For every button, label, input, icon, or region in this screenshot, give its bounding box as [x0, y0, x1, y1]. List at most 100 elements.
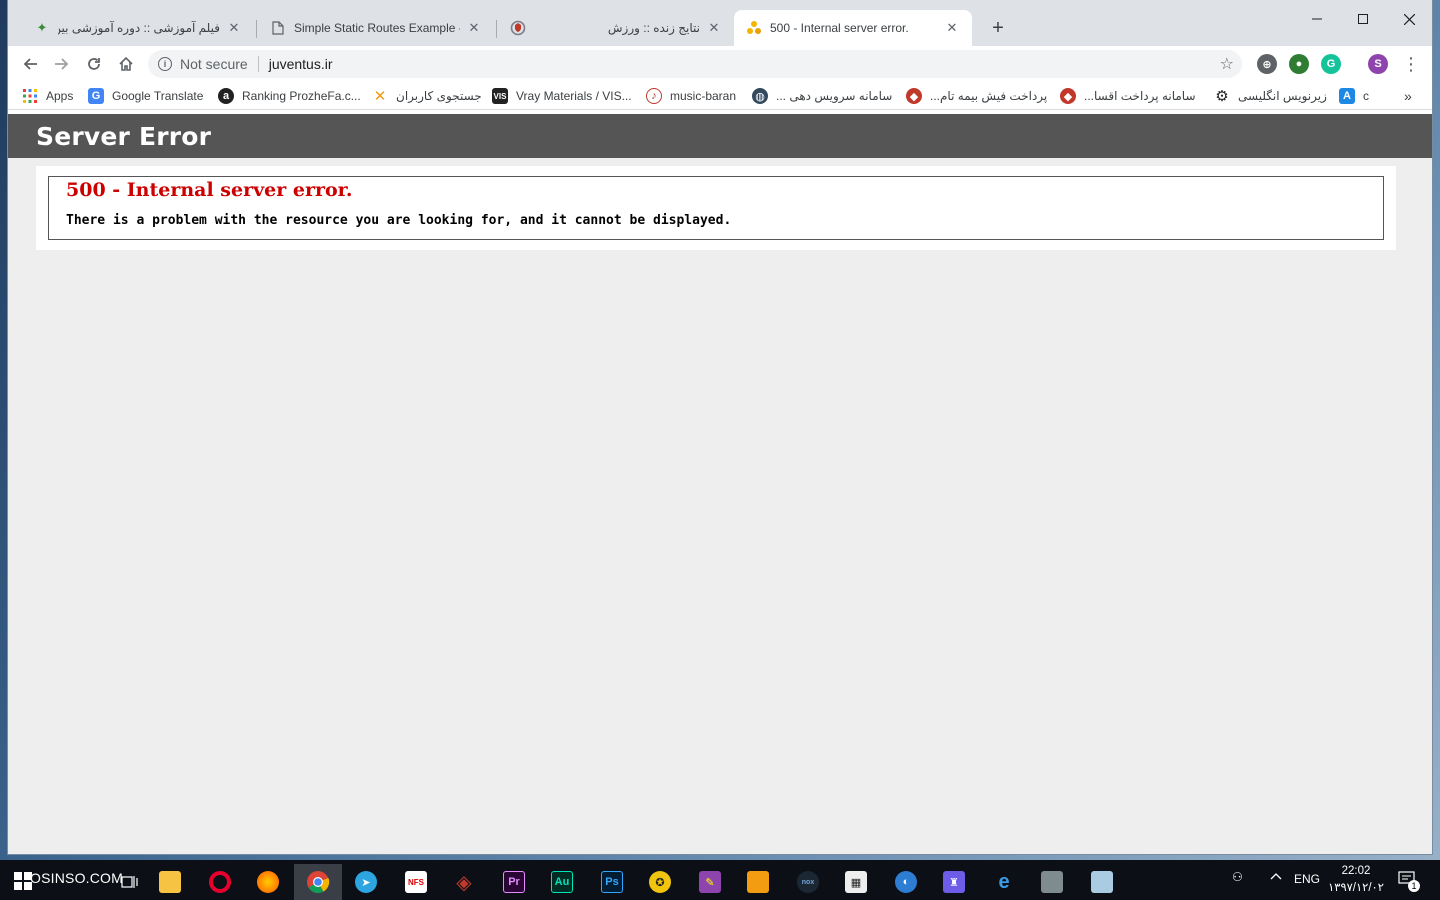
tab-title: نتایج زنده :: ورزش سه	[606, 21, 700, 35]
chrome-icon[interactable]	[294, 864, 342, 900]
omnibox-divider	[257, 56, 259, 72]
warning-icon	[746, 20, 762, 36]
close-icon[interactable]: ✕	[226, 20, 242, 36]
app-red-icon[interactable]: NFS	[392, 864, 440, 900]
files-app-icon[interactable]	[1028, 864, 1076, 900]
close-icon[interactable]: ✕	[706, 20, 722, 36]
people-icon[interactable]: ⚇	[1232, 870, 1243, 884]
bookmark-label: c	[1363, 89, 1369, 103]
bookmark-vray[interactable]: VIS Vray Materials / VIS...	[492, 87, 632, 105]
a-box-icon: A	[1339, 88, 1355, 104]
file-explorer-icon[interactable]	[146, 864, 194, 900]
profile-avatar[interactable]: S	[1368, 54, 1388, 74]
bookmark-english-subtitles[interactable]: ⚙ زیرنویس انگلیسی	[1214, 87, 1327, 105]
premiere-icon[interactable]: Pr	[490, 864, 538, 900]
error-fieldset: 500 - Internal server error. There is a …	[48, 176, 1384, 240]
bookmarks-bar: Apps G Google Translate a Ranking Prozhe…	[8, 82, 1432, 110]
firefox-icon[interactable]	[244, 864, 292, 900]
shield-icon	[510, 20, 526, 36]
close-window-button[interactable]	[1386, 6, 1432, 32]
bookmark-label: Ranking ProzheFa.c...	[242, 89, 361, 103]
language-indicator[interactable]: ENG	[1294, 872, 1320, 886]
app-gear-icon[interactable]: ✪	[636, 864, 684, 900]
tab-title: فیلم آموزشی :: دوره آموزشی بین الم	[58, 21, 220, 35]
tab-server-error[interactable]: 500 - Internal server error. ✕	[734, 10, 972, 46]
address-bar[interactable]: i Not secure juventus.ir ☆	[148, 50, 1242, 78]
photoshop-icon[interactable]: Ps	[588, 864, 636, 900]
bookmark-c[interactable]: A c	[1339, 87, 1369, 105]
server-error-header: Server Error	[8, 114, 1432, 158]
diamond-app-icon[interactable]: ◈	[440, 864, 488, 900]
grammarly-icon[interactable]: G	[1321, 54, 1341, 74]
error-title: 500 - Internal server error.	[66, 179, 353, 201]
bookmark-star-icon[interactable]: ☆	[1220, 54, 1234, 74]
info-icon[interactable]: i	[158, 57, 172, 71]
audition-icon[interactable]: Au	[538, 864, 586, 900]
extension-icon[interactable]: ⊕	[1257, 54, 1277, 74]
gear-icon: ⚙	[1215, 88, 1229, 105]
apps-grid-icon	[22, 88, 38, 104]
bookmark-label: سامانه سرویس دهی ...	[776, 89, 893, 103]
bookmark-music-baran[interactable]: ♪ music-baran	[646, 87, 736, 105]
editor-icon[interactable]: ✎	[686, 864, 734, 900]
new-tab-button[interactable]: +	[986, 16, 1010, 40]
vpn-extension-icon[interactable]: ●	[1289, 54, 1309, 74]
reload-button[interactable]	[80, 50, 108, 78]
insurance-icon: ◆	[1060, 88, 1076, 104]
minimize-button[interactable]	[1294, 6, 1340, 32]
more-bookmarks-chevron-icon[interactable]: »	[1404, 87, 1412, 105]
tab-pinned[interactable]	[498, 10, 538, 46]
notes-app-icon[interactable]	[1078, 864, 1126, 900]
opera-icon[interactable]	[196, 864, 244, 900]
tab-strip: ✦ فیلم آموزشی :: دوره آموزشی بین الم ✕ S…	[8, 0, 1432, 46]
bookmark-user-search[interactable]: ✕ جستجوی کاربران	[372, 87, 482, 105]
maximize-button[interactable]	[1340, 6, 1386, 32]
bookmark-label: سامانه پرداخت اقسا...	[1084, 89, 1196, 103]
back-button[interactable]	[16, 50, 44, 78]
bookmark-apps[interactable]: Apps	[22, 87, 73, 105]
home-button[interactable]	[112, 50, 140, 78]
bookmark-label: Vray Materials / VIS...	[516, 89, 632, 103]
globe-icon: ◍	[752, 88, 768, 104]
taskbar: OSINSO.COM ➤ NFS ◈ Pr Au Ps ✪ ✎ nox ▦ ◐ …	[0, 860, 1440, 900]
bookmark-google-translate[interactable]: G Google Translate	[88, 87, 203, 105]
error-content-box: 500 - Internal server error. There is a …	[36, 166, 1396, 250]
translate-icon: G	[88, 88, 104, 104]
music-icon: ♪	[646, 88, 662, 104]
bookmark-installment-payment[interactable]: ◆ سامانه پرداخت اقسا...	[1060, 87, 1196, 105]
calculator-icon[interactable]: ▦	[832, 864, 880, 900]
chevron-up-icon[interactable]	[1270, 870, 1282, 885]
system-clock[interactable]: 22:02 ۱۳۹۷/۱۲/۰۲	[1322, 863, 1390, 897]
a-icon: a	[218, 88, 234, 104]
tab-static-routes[interactable]: Simple Static Routes Example - N ✕	[258, 10, 494, 46]
tab-film-course[interactable]: ✦ فیلم آموزشی :: دوره آموزشی بین الم ✕	[22, 10, 254, 46]
app-purple-icon[interactable]: ♜	[930, 864, 978, 900]
security-label[interactable]: Not secure	[180, 56, 248, 72]
clock-date: ۱۳۹۷/۱۲/۰۲	[1328, 882, 1384, 894]
bookmark-ranking[interactable]: a Ranking ProzheFa.c...	[218, 87, 361, 105]
telegram-icon[interactable]: ➤	[342, 864, 390, 900]
bookmark-label: Google Translate	[112, 89, 204, 103]
tab-separator	[256, 20, 257, 38]
tab-live-results[interactable]: نتایج زنده :: ورزش سه ✕	[594, 10, 734, 46]
forward-button[interactable]	[48, 50, 76, 78]
close-icon[interactable]: ✕	[944, 20, 960, 36]
folder-sync-icon[interactable]	[734, 864, 782, 900]
url-text[interactable]: juventus.ir	[269, 56, 333, 72]
close-icon[interactable]: ✕	[466, 20, 482, 36]
tab-separator	[496, 20, 497, 38]
browser-window: ✦ فیلم آموزشی :: دوره آموزشی بین الم ✕ S…	[8, 0, 1432, 854]
bookmark-insurance-payment[interactable]: ◆ پرداخت فیش بیمه تام...	[906, 87, 1047, 105]
clock-time: 22:02	[1341, 865, 1371, 877]
notification-count-badge: 1	[1408, 880, 1420, 892]
nox-player-icon[interactable]: nox	[784, 864, 832, 900]
menu-icon[interactable]: ⋮	[1397, 50, 1425, 78]
bluetooth-app-icon[interactable]: ◐	[882, 864, 930, 900]
ie-icon[interactable]: e	[980, 864, 1028, 900]
bookmark-label: زیرنویس انگلیسی	[1238, 89, 1327, 103]
bookmark-service-portal[interactable]: ◍ سامانه سرویس دهی ...	[752, 87, 892, 105]
browser-toolbar: i Not secure juventus.ir ☆ ⊕ ● G S ⋮	[8, 46, 1432, 82]
tab-title: 500 - Internal server error.	[770, 21, 909, 35]
error-message: There is a problem with the resource you…	[66, 213, 732, 228]
bookmark-label: پرداخت فیش بیمه تام...	[930, 89, 1048, 103]
